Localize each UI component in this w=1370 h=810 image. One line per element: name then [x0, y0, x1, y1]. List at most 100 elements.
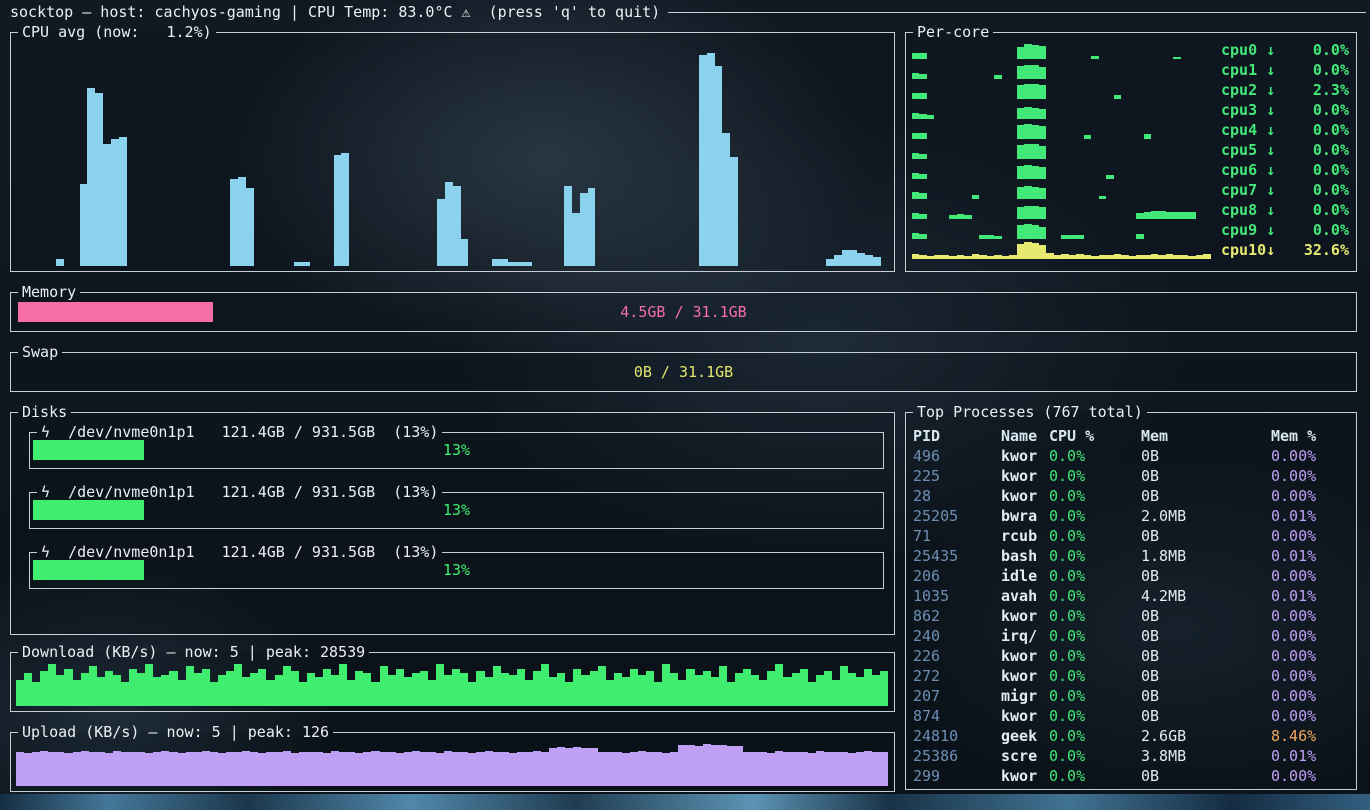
- disk-row: ϟ /dev/nvme0n1p1 121.4GB / 931.5GB (13%)…: [29, 492, 884, 529]
- core-row: cpu6 ↓ 0.0%: [912, 160, 1349, 180]
- process-row[interactable]: 496 kwor 0.0% 0B 0.00%: [913, 446, 1349, 466]
- chart-bar: [1024, 65, 1031, 79]
- core-percent: 0.0%: [1313, 121, 1349, 139]
- process-row[interactable]: 240 irq/ 0.0% 0B 0.00%: [913, 626, 1349, 646]
- chart-bar: [492, 259, 500, 266]
- process-row[interactable]: 25205 bwra 0.0% 2.0MB 0.01%: [913, 506, 1349, 526]
- chart-bar: [445, 182, 453, 266]
- chart-bar: [396, 753, 404, 786]
- chart-bar: [816, 675, 824, 706]
- process-name: irq/: [1001, 626, 1049, 646]
- core-label-group: cpu4 ↓ 0.0%: [1221, 121, 1349, 139]
- chart-bar: [695, 746, 703, 786]
- chart-bar: [670, 673, 678, 706]
- chart-bar: [81, 751, 89, 786]
- chart-bar: [24, 753, 32, 786]
- process-mem: 0B: [1141, 606, 1271, 626]
- chart-bar: [1061, 254, 1068, 258]
- chart-bar: [872, 752, 880, 786]
- chart-bar: [517, 669, 525, 706]
- header-pid: PID: [913, 426, 1001, 446]
- chart-bar: [964, 215, 971, 218]
- chart-bar: [1032, 125, 1039, 139]
- disk-label: ϟ /dev/nvme0n1p1 121.4GB / 931.5GB (13%): [37, 423, 442, 441]
- process-row[interactable]: 28 kwor 0.0% 0B 0.00%: [913, 486, 1349, 506]
- chart-bar: [1076, 235, 1083, 238]
- process-mem: 0B: [1141, 666, 1271, 686]
- core-history-chart: [912, 222, 1211, 239]
- chart-bar: [137, 673, 145, 706]
- disk-row-border-title: ϟ /dev/nvme0n1p1 121.4GB / 931.5GB (13%): [30, 542, 883, 562]
- process-row[interactable]: 272 kwor 0.0% 0B 0.00%: [913, 666, 1349, 686]
- chart-bar: [912, 153, 919, 159]
- chart-bar: [598, 752, 606, 786]
- chart-bar: [703, 744, 711, 786]
- process-row[interactable]: 25435 bash 0.0% 1.8MB 0.01%: [913, 546, 1349, 566]
- process-row[interactable]: 862 kwor 0.0% 0B 0.00%: [913, 606, 1349, 626]
- chart-bar: [588, 188, 596, 266]
- chart-bar: [525, 752, 533, 786]
- process-mem: 4.2MB: [1141, 586, 1271, 606]
- process-row[interactable]: 207 migr 0.0% 0B 0.00%: [913, 686, 1349, 706]
- process-row[interactable]: 24810 geek 0.0% 2.6GB 8.46%: [913, 726, 1349, 746]
- process-row[interactable]: 71 rcub 0.0% 0B 0.00%: [913, 526, 1349, 546]
- process-pid: 226: [913, 646, 1001, 666]
- chart-bar: [873, 257, 881, 266]
- process-mem: 2.0MB: [1141, 506, 1271, 526]
- chart-bar: [250, 752, 258, 786]
- process-row[interactable]: 225 kwor 0.0% 0B 0.00%: [913, 466, 1349, 486]
- chart-bar: [230, 179, 238, 266]
- process-row[interactable]: 874 kwor 0.0% 0B 0.00%: [913, 706, 1349, 726]
- core-row: cpu4 ↓ 0.0%: [912, 120, 1349, 140]
- process-row[interactable]: 226 kwor 0.0% 0B 0.00%: [913, 646, 1349, 666]
- process-mem: 1.8MB: [1141, 546, 1271, 566]
- chart-bar: [178, 680, 186, 706]
- chart-bar: [808, 682, 816, 706]
- chart-bar: [145, 664, 153, 706]
- chart-bar: [283, 751, 291, 786]
- process-row[interactable]: 206 idle 0.0% 0B 0.00%: [913, 566, 1349, 586]
- core-row: cpu3 ↓ 0.0%: [912, 100, 1349, 120]
- chart-bar: [1024, 84, 1031, 99]
- process-cpu: 0.0%: [1049, 626, 1141, 646]
- chart-bar: [428, 752, 436, 786]
- core-label-group: cpu6 ↓ 0.0%: [1221, 161, 1349, 179]
- chart-bar: [865, 255, 873, 266]
- chart-bar: [1017, 244, 1024, 258]
- chart-bar: [670, 752, 678, 786]
- core-percent: 0.0%: [1313, 161, 1349, 179]
- process-table: PID Name CPU % Mem Mem % 496 kwor 0.0% 0…: [913, 426, 1349, 786]
- chart-bar: [994, 75, 1001, 78]
- chart-bar: [864, 669, 872, 706]
- process-row[interactable]: 1035 avah 0.0% 4.2MB 0.01%: [913, 586, 1349, 606]
- chart-bar: [919, 133, 926, 138]
- chart-bar: [444, 675, 452, 706]
- process-pid: 24810: [913, 726, 1001, 746]
- process-row[interactable]: 25386 scre 0.0% 3.8MB 0.01%: [913, 746, 1349, 766]
- core-label-group: cpu5 ↓ 0.0%: [1221, 141, 1349, 159]
- core-label: cpu10↓: [1221, 241, 1275, 259]
- process-cpu: 0.0%: [1049, 586, 1141, 606]
- core-history-chart: [912, 242, 1211, 259]
- chart-bar: [842, 250, 850, 266]
- chart-bar: [113, 675, 121, 706]
- chart-bar: [751, 752, 759, 786]
- chart-bar: [1114, 95, 1121, 98]
- process-pid: 206: [913, 566, 1001, 586]
- chart-bar: [291, 671, 299, 706]
- chart-bar: [759, 752, 767, 786]
- chart-bar: [638, 751, 646, 786]
- chart-bar: [161, 675, 169, 706]
- chart-bar: [485, 677, 493, 706]
- chart-bar: [1188, 212, 1195, 218]
- process-row[interactable]: 299 kwor 0.0% 0B 0.00%: [913, 766, 1349, 786]
- chart-bar: [388, 675, 396, 706]
- process-mem: 0B: [1141, 486, 1271, 506]
- upload-panel-border-title: Upload (KB/s) — now: 5 | peak: 126: [11, 722, 894, 742]
- process-cpu: 0.0%: [1049, 726, 1141, 746]
- chart-bar: [942, 255, 949, 258]
- chart-bar: [719, 666, 727, 706]
- core-label: cpu1 ↓: [1221, 61, 1275, 79]
- chart-bar: [105, 671, 113, 706]
- disk-usage-percent: 13%: [30, 560, 883, 580]
